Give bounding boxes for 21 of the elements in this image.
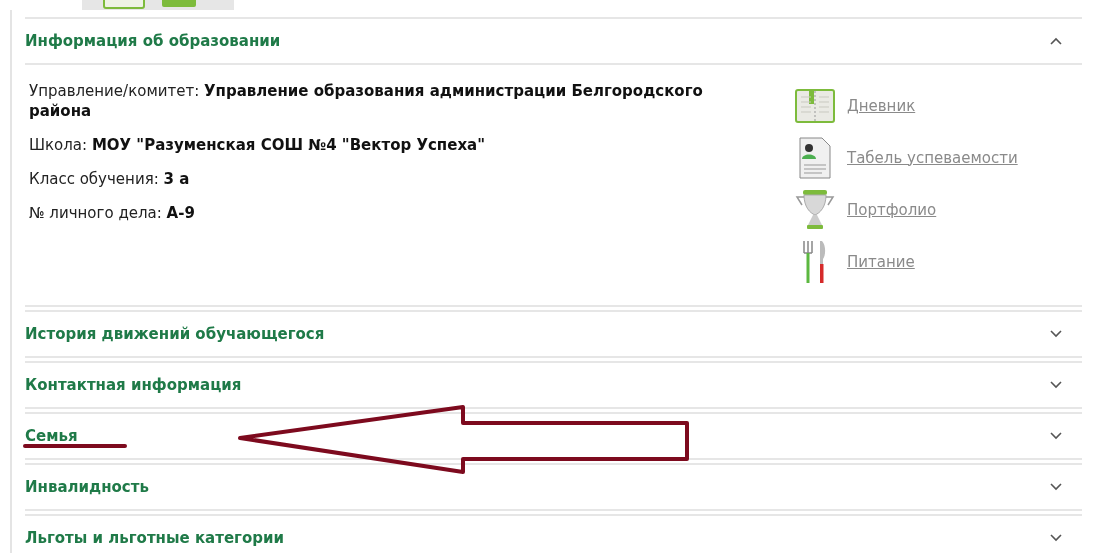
nav-link[interactable]: Питание (847, 252, 915, 271)
nav-link[interactable]: Табель успеваемости (847, 148, 1018, 167)
chevron-up-icon (1050, 37, 1062, 45)
section-header[interactable]: Контактная информация (25, 363, 1082, 407)
chevron-down-icon (1050, 330, 1062, 338)
info-field: Школа: МОУ "Разуменская СОШ №4 "Вектор Успеха" (29, 135, 749, 155)
info-field: Управление/комитет: Управление образования администрации Белгородского района (29, 81, 749, 121)
chevron-down-icon (1050, 483, 1062, 491)
info-field: № личного дела: А-9 (29, 203, 749, 223)
section-header[interactable]: История движений обучающегося (25, 312, 1082, 356)
section-header[interactable]: Инвалидность (25, 465, 1082, 509)
section-header[interactable]: Льготы и льготные категории (25, 516, 1082, 553)
chevron-down-icon (1050, 381, 1062, 389)
nav-link[interactable]: Портфолио (847, 200, 937, 219)
nav-link[interactable]: Дневник (847, 96, 916, 115)
info-field: Класс обучения: 3 а (29, 169, 749, 189)
trophy-icon (795, 189, 835, 230)
section-header[interactable]: Семья (25, 414, 1082, 458)
chevron-down-icon (1050, 432, 1062, 440)
chevron-down-icon (1050, 534, 1062, 542)
section-header[interactable]: Информация об образовании (25, 19, 1082, 63)
